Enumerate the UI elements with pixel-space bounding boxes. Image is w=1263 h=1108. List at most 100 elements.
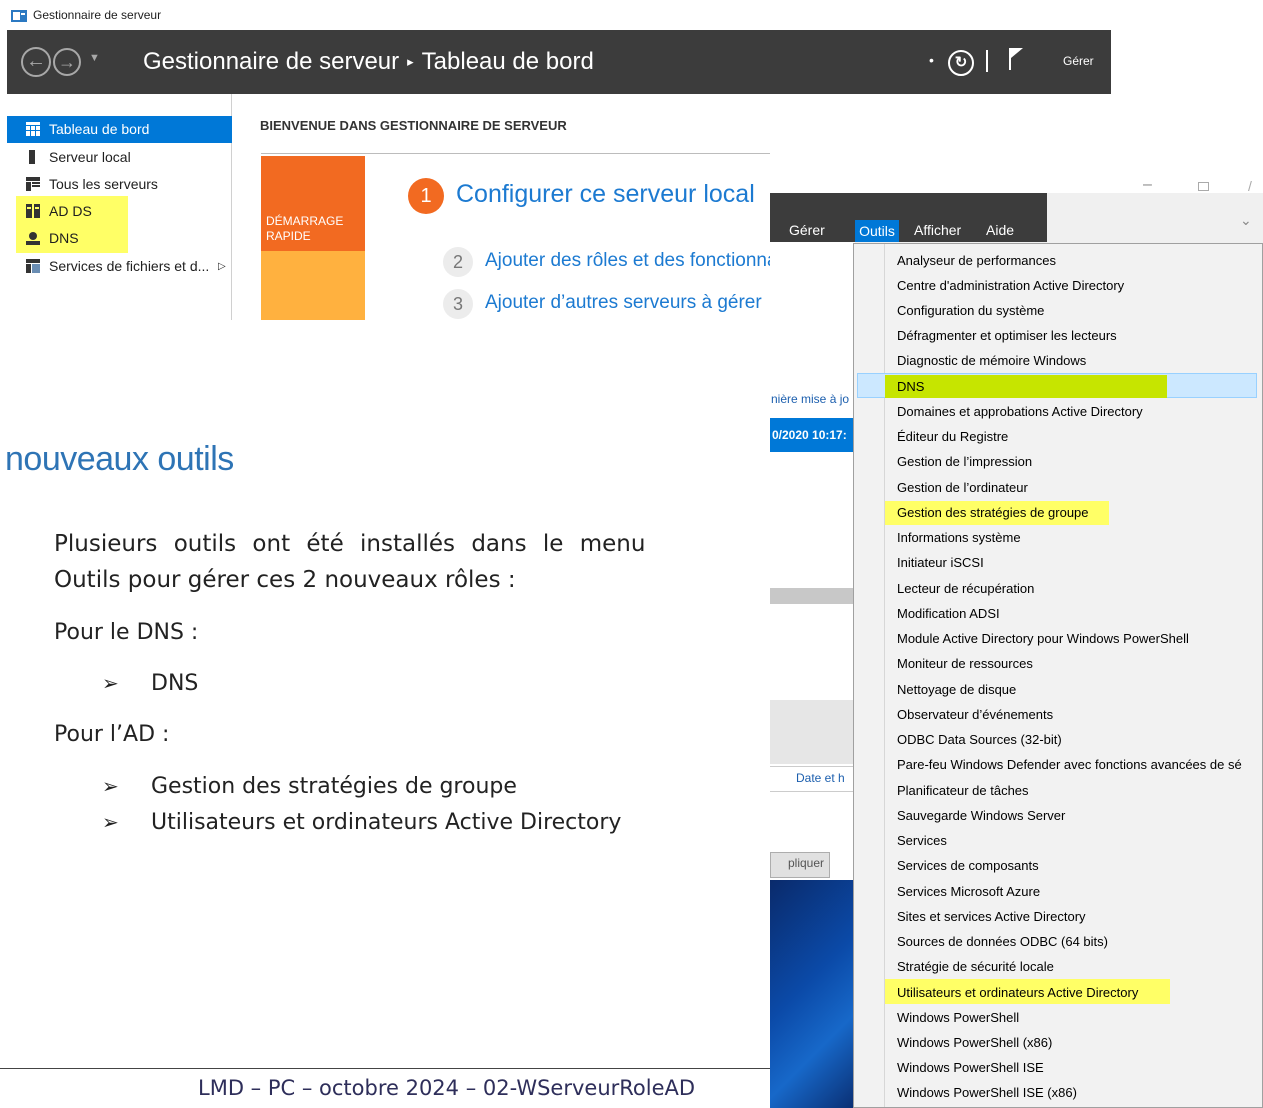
breadcrumb: Gestionnaire de serveur ▸ Tableau de bord (143, 46, 594, 78)
window-title: Gestionnaire de serveur (33, 8, 162, 22)
menu-item[interactable]: Domaines et approbations Active Director… (897, 401, 1143, 423)
page-footer: LMD – PC – octobre 2024 – 02-WServeurRol… (198, 1076, 696, 1100)
menu-item[interactable]: Diagnostic de mémoire Windows (897, 350, 1086, 372)
menu-item[interactable]: Pare-feu Windows Defender avec fonctions… (897, 754, 1242, 776)
step-link[interactable]: Ajouter d’autres serveurs à gérer (485, 292, 762, 314)
menu-item[interactable]: Gestion de l’impression (897, 451, 1032, 473)
step-number: 1 (408, 178, 444, 214)
history-dropdown-icon[interactable]: ▼ (89, 52, 100, 64)
datetime-text: 0/2020 10:17: (772, 428, 847, 442)
step-number: 3 (443, 289, 473, 319)
server-icon (29, 150, 35, 164)
servers-icon (26, 177, 40, 191)
menu-item[interactable]: Module Active Directory pour Windows Pow… (897, 628, 1189, 650)
menu-view[interactable]: Afficher (914, 222, 961, 238)
breadcrumb-current: Tableau de bord (421, 48, 594, 75)
breadcrumb-root[interactable]: Gestionnaire de serveur (143, 48, 399, 75)
list-item: Utilisateurs et ordinateurs Active Direc… (151, 810, 622, 835)
sidebar-item-adds[interactable]: AD DS (7, 198, 232, 225)
panel-area (770, 700, 854, 764)
close-icon[interactable]: / (1248, 178, 1252, 194)
menu-item[interactable]: ODBC Data Sources (32-bit) (897, 729, 1062, 751)
menu-item[interactable]: Gestion de l’ordinateur (897, 477, 1028, 499)
step-link[interactable]: Configurer ce serveur local (456, 180, 755, 209)
paragraph-line: Plusieurs outils ont été installés dans … (54, 531, 646, 557)
back-icon[interactable]: ← (21, 47, 51, 77)
menu-item[interactable]: Centre d'administration Active Directory (897, 275, 1124, 297)
sidebar-item-label: Serveur local (49, 149, 131, 165)
server-manager-icon (11, 10, 27, 22)
sidebar-item-file-services[interactable]: Services de fichiers et d... ▷ (7, 253, 232, 280)
sidebar-item-label: AD DS (49, 203, 92, 219)
menu-item[interactable]: Services de composants (897, 855, 1039, 877)
section-heading: nouveaux outils (5, 440, 234, 478)
quickstart-tile[interactable]: DÉMARRAGE RAPIDE (261, 156, 365, 251)
minimize-icon[interactable]: – (1143, 176, 1152, 194)
menu-item[interactable]: Lecteur de récupération (897, 578, 1034, 600)
flag-icon[interactable] (1007, 46, 1025, 72)
column-header[interactable]: Date et h (770, 766, 854, 792)
step-link[interactable]: Ajouter des rôles et des fonctionna (485, 250, 778, 272)
sidebar-item-local-server[interactable]: Serveur local (7, 144, 232, 171)
expand-arrow-icon[interactable]: ▷ (218, 253, 226, 280)
chevron-down-icon[interactable]: ⌄ (1240, 212, 1252, 229)
breadcrumb-separator: ▸ (407, 54, 414, 69)
bullet-arrow-icon: ➢ (102, 776, 119, 798)
menu-item[interactable]: Windows PowerShell (x86) (897, 1032, 1052, 1054)
header-bar: ← → ▼ Gestionnaire de serveur ▸ Tableau de… (7, 30, 1111, 94)
menu-item-dns[interactable]: DNS (897, 376, 924, 398)
menu-manage[interactable]: Gérer (789, 222, 825, 238)
window-titlebar: Gestionnaire de serveur (7, 0, 1111, 30)
menu-item[interactable]: Nettoyage de disque (897, 679, 1016, 701)
menu-item[interactable]: Initiateur iSCSI (897, 552, 984, 574)
menu-item[interactable]: Analyseur de performances (897, 250, 1056, 272)
sidebar-item-all-servers[interactable]: Tous les serveurs (7, 171, 232, 198)
menu-item[interactable]: Services Microsoft Azure (897, 881, 1040, 903)
dns-icon (26, 232, 40, 245)
scrollbar[interactable] (770, 588, 854, 604)
sidebar-item-dashboard[interactable]: Tableau de bord (7, 116, 232, 143)
menu-item[interactable]: Windows PowerShell ISE (x86) (897, 1082, 1077, 1104)
divider (986, 50, 988, 72)
dropdown-dot-icon[interactable]: • (929, 52, 934, 68)
menu-item[interactable]: Stratégie de sécurité locale (897, 956, 1054, 978)
menu-item[interactable]: Sites et services Active Directory (897, 906, 1086, 928)
date-header-label: Date et h (796, 771, 845, 785)
sidebar-item-label: Tableau de bord (49, 121, 150, 137)
adds-icon (26, 204, 40, 218)
apply-button[interactable]: pliquer (770, 852, 830, 878)
menu-item[interactable]: Défragmenter et optimiser les lecteurs (897, 325, 1117, 347)
list-item: Gestion des stratégies de groupe (151, 774, 517, 799)
menu-item[interactable]: Windows PowerShell (897, 1007, 1019, 1029)
forward-icon[interactable]: → (53, 48, 81, 76)
menu-item[interactable]: Planificateur de tâches (897, 780, 1029, 802)
quickstart-label: DÉMARRAGE RAPIDE (266, 214, 344, 243)
menu-item[interactable]: Moniteur de ressources (897, 653, 1033, 675)
manage-menu[interactable]: Gérer (1063, 54, 1094, 68)
maximize-icon[interactable] (1198, 182, 1209, 191)
sidebar-item-label: Services de fichiers et d... (49, 258, 210, 274)
dashboard-icon (26, 122, 40, 136)
menu-item[interactable]: Éditeur du Registre (897, 426, 1008, 448)
menu-tools[interactable]: Outils (855, 220, 899, 242)
menu-item-group-policy[interactable]: Gestion des stratégies de groupe (897, 502, 1089, 524)
menu-item[interactable]: Modification ADSI (897, 603, 1000, 625)
bullet-arrow-icon: ➢ (102, 673, 119, 695)
refresh-icon[interactable]: ↻ (948, 50, 974, 76)
desktop-background (770, 880, 854, 1108)
menu-item[interactable]: Observateur d’événements (897, 704, 1053, 726)
menu-item[interactable]: Informations système (897, 527, 1021, 549)
welcome-heading: BIENVENUE DANS GESTIONNAIRE DE SERVEUR (260, 118, 567, 133)
menu-help[interactable]: Aide (986, 222, 1014, 238)
sidebar-item-dns[interactable]: DNS (7, 225, 232, 252)
paragraph-line: Outils pour gérer ces 2 nouveaux rôles : (54, 567, 516, 593)
menu-item-ad-users[interactable]: Utilisateurs et ordinateurs Active Direc… (897, 982, 1138, 1004)
menu-item[interactable]: Configuration du système (897, 300, 1044, 322)
step-number: 2 (443, 247, 473, 277)
menu-item[interactable]: Sources de données ODBC (64 bits) (897, 931, 1108, 953)
menu-item[interactable]: Sauvegarde Windows Server (897, 805, 1065, 827)
menu-item[interactable]: Services (897, 830, 947, 852)
file-services-icon (26, 259, 40, 273)
quickstart-tile-secondary[interactable] (261, 251, 365, 320)
menu-item[interactable]: Windows PowerShell ISE (897, 1057, 1044, 1079)
